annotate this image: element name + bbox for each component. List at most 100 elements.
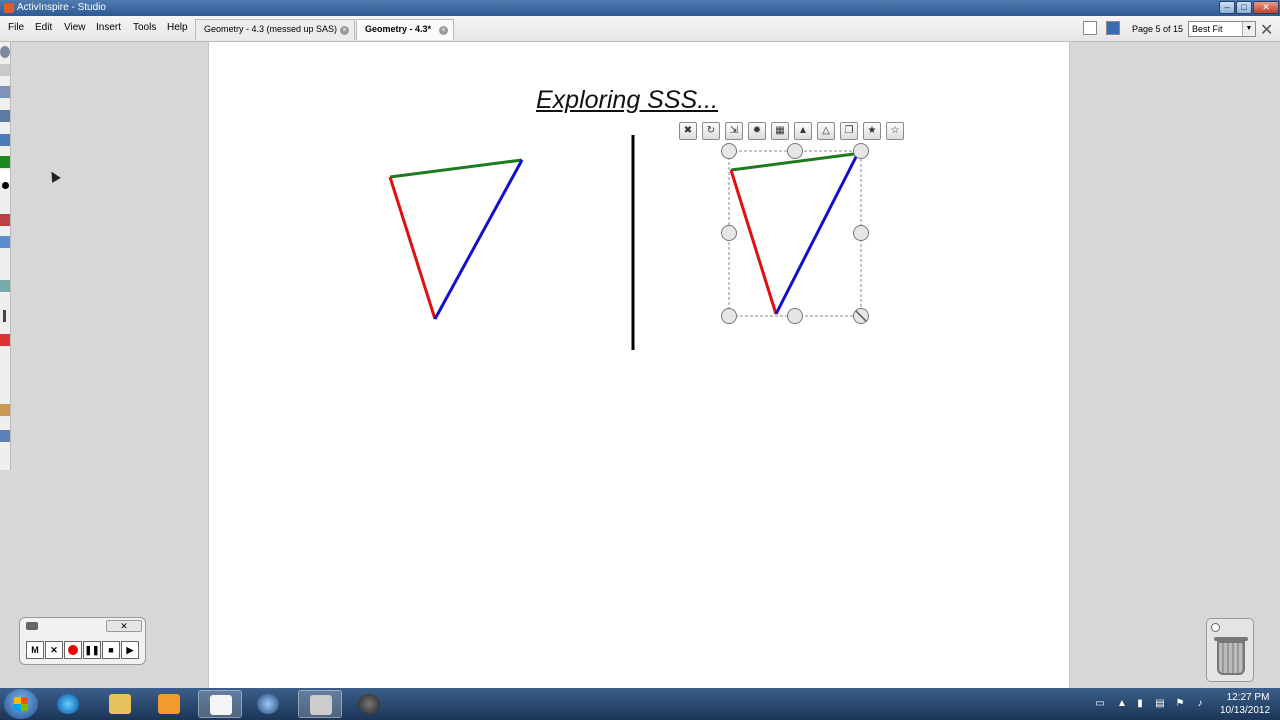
trash-can[interactable]	[1206, 618, 1254, 682]
taskbar-media-player[interactable]	[147, 690, 191, 718]
resize-handle-top[interactable]	[787, 143, 803, 159]
rotate-icon[interactable]: ↻	[702, 122, 720, 140]
app-icon	[4, 3, 14, 13]
menu-help[interactable]: Help	[167, 22, 188, 33]
recorder-pause-button[interactable]: ❚❚	[83, 641, 101, 659]
pen-icon[interactable]	[0, 110, 10, 122]
tab-label: Geometry - 4.3 (messed up SAS)	[204, 24, 338, 34]
browser-icon[interactable]	[0, 64, 10, 76]
window-title: ActivInspire - Studio	[17, 2, 106, 13]
recorder-mode-button[interactable]: M	[26, 641, 44, 659]
menu-file[interactable]: File	[8, 22, 24, 33]
recorder-icon	[26, 622, 38, 630]
explorer-icon	[109, 694, 131, 714]
color-green-icon[interactable]	[0, 156, 10, 168]
toolbox-menu-icon[interactable]	[0, 46, 10, 58]
selection-box	[728, 150, 862, 317]
page-reset-icon[interactable]	[0, 430, 10, 442]
tab-geometry-messed-up-sas[interactable]: Geometry - 4.3 (messed up SAS) ×	[195, 19, 355, 40]
page-drawing	[388, 135, 869, 350]
color-icon[interactable]: ✹	[748, 122, 766, 140]
fullscreen-close-icon[interactable]: ✕	[1260, 20, 1273, 40]
tab-close-icon[interactable]: ×	[439, 26, 448, 35]
fill-icon[interactable]	[0, 334, 10, 346]
tab-close-icon[interactable]: ×	[340, 26, 349, 35]
keyboard-icon[interactable]: ▭	[1094, 698, 1106, 710]
page-view-icon[interactable]	[1083, 21, 1097, 35]
taskbar: ▭ ▲ ▮ ▤ ⚑ ♪ 12:27 PM 10/13/2012	[0, 688, 1280, 720]
screen-recorder-panel: ✕ M ✕ ❚❚ ■ ▶	[19, 617, 146, 665]
tab-geometry-4-3[interactable]: Geometry - 4.3* ×	[356, 19, 454, 40]
network-icon[interactable]: ▤	[1154, 698, 1166, 710]
favorite-icon[interactable]: ★	[863, 122, 881, 140]
chevron-down-icon[interactable]: ▼	[1242, 22, 1255, 36]
recorder-stop-button[interactable]: ■	[102, 641, 120, 659]
ie-icon	[57, 694, 79, 714]
triangle-a-left-side[interactable]	[388, 176, 437, 320]
menu-insert[interactable]: Insert	[96, 22, 121, 33]
recorder-play-button[interactable]: ▶	[121, 641, 139, 659]
taskbar-dell[interactable]	[246, 690, 290, 718]
recorder-record-button[interactable]	[64, 641, 82, 659]
triangle-b-right-side[interactable]	[774, 154, 859, 315]
triangle-b-left-side[interactable]	[729, 169, 778, 315]
layer-front-icon[interactable]: ▦	[771, 122, 789, 140]
layer-down-icon[interactable]: △	[817, 122, 835, 140]
battery-icon[interactable]: ▮	[1134, 698, 1146, 710]
flag-icon[interactable]: ⚑	[1174, 698, 1186, 710]
taskbar-explorer[interactable]	[98, 690, 142, 718]
volume-icon[interactable]: ♪	[1194, 698, 1206, 710]
close-window-button[interactable]: ✕	[1253, 1, 1279, 14]
taskbar-camera[interactable]	[347, 690, 391, 718]
recorder-close-button[interactable]: ✕	[106, 620, 142, 632]
triangle-a-right-side[interactable]	[433, 159, 524, 320]
title-bar: ActivInspire - Studio – □ ✕	[0, 0, 1280, 16]
taskbar-ie[interactable]	[46, 690, 90, 718]
color-white-icon[interactable]	[0, 170, 10, 182]
resize-handle-right[interactable]	[853, 225, 869, 241]
menu-icon[interactable]: ☆	[886, 122, 904, 140]
resize-handle-top-left[interactable]	[721, 143, 737, 159]
layer-up-icon[interactable]: ▲	[794, 122, 812, 140]
maximize-button[interactable]: □	[1236, 1, 1252, 14]
copy-icon[interactable]: ❐	[840, 122, 858, 140]
taskbar-tool[interactable]	[298, 690, 342, 718]
zoom-value: Best Fit	[1192, 24, 1223, 34]
text-icon[interactable]	[3, 310, 6, 322]
clock-time[interactable]: 12:27 PM	[1220, 692, 1276, 703]
trash-menu-icon[interactable]	[1211, 623, 1220, 632]
resize-handle-bottom-left[interactable]	[721, 308, 737, 324]
minimize-button[interactable]: –	[1219, 1, 1235, 14]
menu-view[interactable]: View	[64, 22, 86, 33]
flipchart-page[interactable]: Exploring SSS... ✖ ↻ ⇲ ✹ ▦ ▲ △ ❐ ★ ☆	[208, 42, 1070, 688]
tab-label: Geometry - 4.3*	[365, 24, 432, 34]
recorder-cancel-button[interactable]: ✕	[45, 641, 63, 659]
pen-width-icon[interactable]	[2, 182, 9, 189]
windows-logo-icon	[14, 697, 28, 711]
delete-icon[interactable]: ✖	[679, 122, 697, 140]
menu-bar: File Edit View Insert Tools Help Geometr…	[0, 16, 1280, 42]
eraser-icon[interactable]	[0, 214, 10, 226]
clock-date[interactable]: 10/13/2012	[1214, 705, 1276, 716]
taskbar-activinspire[interactable]	[198, 690, 242, 718]
record-icon	[68, 645, 78, 655]
start-button[interactable]	[4, 689, 38, 719]
select-icon[interactable]	[0, 86, 10, 98]
resize-handle-top-right[interactable]	[853, 143, 869, 159]
menu-edit[interactable]: Edit	[35, 22, 52, 33]
page-browser-icon[interactable]	[1106, 21, 1120, 35]
show-hidden-icons[interactable]: ▲	[1116, 698, 1128, 710]
page-title[interactable]: Exploring SSS...	[536, 86, 718, 115]
media-player-icon	[158, 694, 180, 714]
clear-icon[interactable]	[0, 404, 10, 416]
resize-handle-left[interactable]	[721, 225, 737, 241]
resize-icon[interactable]: ⇲	[725, 122, 743, 140]
connector-icon[interactable]	[0, 280, 10, 292]
zoom-select[interactable]: Best Fit ▼	[1188, 21, 1256, 37]
shape-icon[interactable]	[0, 236, 10, 248]
menu-tools[interactable]: Tools	[133, 22, 156, 33]
main-toolbox	[0, 42, 11, 470]
highlighter-icon[interactable]	[0, 134, 10, 146]
resize-handle-bottom[interactable]	[787, 308, 803, 324]
triangle-a-top-side[interactable]	[389, 158, 523, 179]
